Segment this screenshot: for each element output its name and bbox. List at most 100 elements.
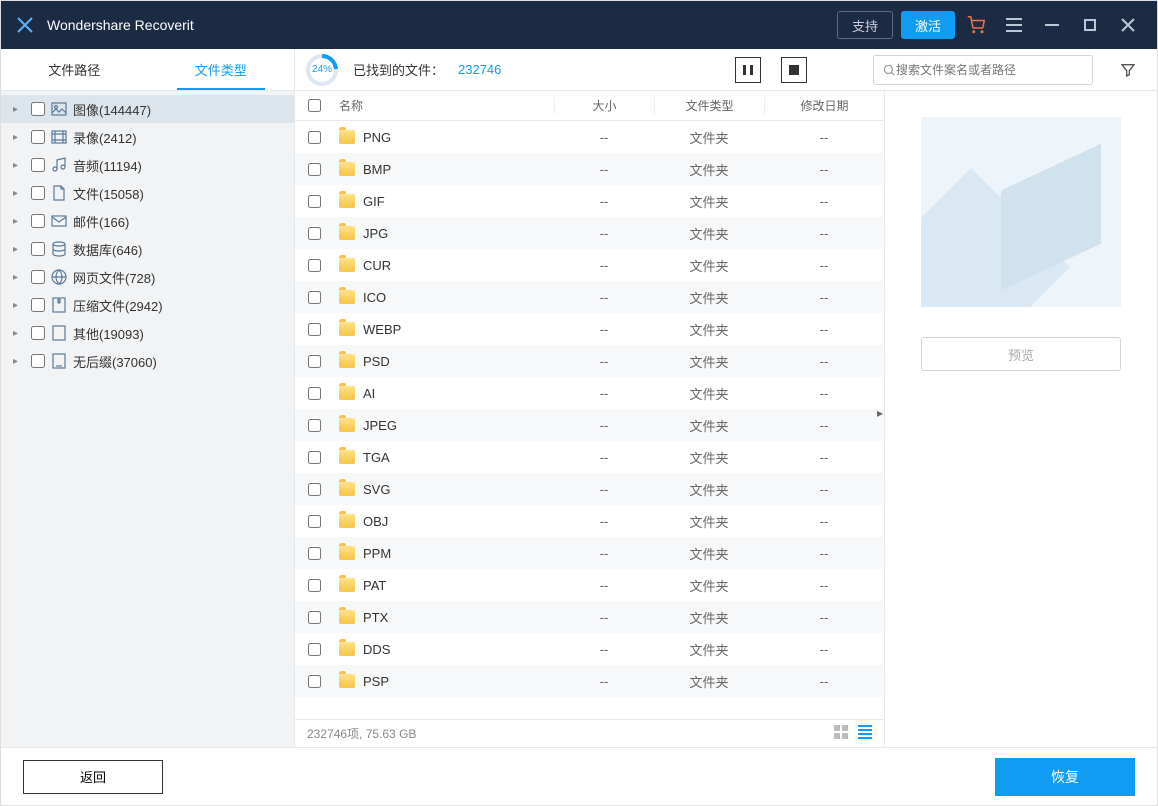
file-type: 文件夹: [654, 352, 764, 371]
sidebar-checkbox[interactable]: [31, 158, 45, 172]
view-list-icon[interactable]: [858, 725, 872, 742]
folder-icon: [339, 162, 355, 176]
search-box[interactable]: [873, 55, 1093, 85]
filter-icon[interactable]: [1115, 57, 1141, 83]
col-size[interactable]: 大小: [554, 97, 654, 114]
sidebar-item-archive[interactable]: ▸压缩文件(2942): [1, 291, 294, 319]
collapse-handle-icon[interactable]: ▸: [877, 406, 883, 420]
chevron-right-icon: ▸: [13, 272, 18, 283]
sidebar-checkbox[interactable]: [31, 326, 45, 340]
sidebar-item-other[interactable]: ▸其他(19093): [1, 319, 294, 347]
row-checkbox[interactable]: [308, 355, 321, 368]
menu-icon[interactable]: [997, 8, 1031, 42]
maximize-icon[interactable]: [1073, 8, 1107, 42]
row-checkbox[interactable]: [308, 323, 321, 336]
recover-button[interactable]: 恢复: [995, 758, 1135, 796]
table-row[interactable]: PSD -- 文件夹 --: [295, 345, 884, 377]
file-type: 文件夹: [654, 256, 764, 275]
sidebar-checkbox[interactable]: [31, 214, 45, 228]
sidebar-item-database[interactable]: ▸数据库(646): [1, 235, 294, 263]
table-row[interactable]: WEBP -- 文件夹 --: [295, 313, 884, 345]
col-type[interactable]: 文件类型: [654, 97, 764, 114]
col-date[interactable]: 修改日期: [764, 97, 884, 114]
file-date: --: [764, 162, 884, 177]
row-checkbox[interactable]: [308, 259, 321, 272]
sidebar-checkbox[interactable]: [31, 242, 45, 256]
table-row[interactable]: ICO -- 文件夹 --: [295, 281, 884, 313]
table-row[interactable]: CUR -- 文件夹 --: [295, 249, 884, 281]
sidebar-item-web[interactable]: ▸网页文件(728): [1, 263, 294, 291]
search-icon: [882, 63, 896, 77]
row-checkbox[interactable]: [308, 387, 321, 400]
table-row[interactable]: DDS -- 文件夹 --: [295, 633, 884, 665]
table-row[interactable]: PPM -- 文件夹 --: [295, 537, 884, 569]
table-row[interactable]: PTX -- 文件夹 --: [295, 601, 884, 633]
table-row[interactable]: BMP -- 文件夹 --: [295, 153, 884, 185]
row-checkbox[interactable]: [308, 515, 321, 528]
search-input[interactable]: [896, 63, 1084, 77]
sidebar-item-label: 无后缀(37060): [73, 352, 157, 371]
sidebar-item-image[interactable]: ▸图像(144447): [1, 95, 294, 123]
row-checkbox[interactable]: [308, 131, 321, 144]
row-checkbox[interactable]: [308, 227, 321, 240]
sidebar-checkbox[interactable]: [31, 186, 45, 200]
folder-icon: [339, 482, 355, 496]
file-size: --: [554, 322, 654, 337]
activate-button[interactable]: 激活: [901, 11, 955, 39]
pause-button[interactable]: [735, 57, 761, 83]
row-checkbox[interactable]: [308, 643, 321, 656]
table-row[interactable]: PNG -- 文件夹 --: [295, 121, 884, 153]
sidebar-checkbox[interactable]: [31, 130, 45, 144]
row-checkbox[interactable]: [308, 483, 321, 496]
view-grid-icon[interactable]: [834, 725, 848, 742]
file-size: --: [554, 546, 654, 561]
file-list-panel: 名称 大小 文件类型 修改日期 PNG -- 文件夹 -- BMP -- 文件夹…: [295, 91, 885, 747]
back-button[interactable]: 返回: [23, 760, 163, 794]
sidebar-item-video[interactable]: ▸录像(2412): [1, 123, 294, 151]
select-all-checkbox[interactable]: [308, 99, 321, 112]
row-checkbox[interactable]: [308, 291, 321, 304]
app-title: Wondershare Recoverit: [47, 17, 829, 33]
row-checkbox[interactable]: [308, 163, 321, 176]
cart-icon[interactable]: [959, 8, 993, 42]
table-row[interactable]: OBJ -- 文件夹 --: [295, 505, 884, 537]
sidebar-item-email[interactable]: ▸邮件(166): [1, 207, 294, 235]
sidebar-item-noext[interactable]: ▸无后缀(37060): [1, 347, 294, 375]
file-name: PNG: [363, 130, 391, 145]
col-name[interactable]: 名称: [333, 97, 554, 114]
table-row[interactable]: AI -- 文件夹 --: [295, 377, 884, 409]
tab-file-path[interactable]: 文件路径: [1, 49, 148, 90]
sidebar-checkbox[interactable]: [31, 270, 45, 284]
row-checkbox[interactable]: [308, 579, 321, 592]
row-checkbox[interactable]: [308, 195, 321, 208]
row-checkbox[interactable]: [308, 611, 321, 624]
table-row[interactable]: PAT -- 文件夹 --: [295, 569, 884, 601]
table-row[interactable]: TGA -- 文件夹 --: [295, 441, 884, 473]
table-row[interactable]: JPG -- 文件夹 --: [295, 217, 884, 249]
stop-button[interactable]: [781, 57, 807, 83]
table-row[interactable]: SVG -- 文件夹 --: [295, 473, 884, 505]
sidebar-checkbox[interactable]: [31, 354, 45, 368]
table-row[interactable]: JPEG -- 文件夹 --: [295, 409, 884, 441]
row-checkbox[interactable]: [308, 419, 321, 432]
table-row[interactable]: PSP -- 文件夹 --: [295, 665, 884, 697]
sidebar-item-audio[interactable]: ▸音频(11194): [1, 151, 294, 179]
file-date: --: [764, 514, 884, 529]
table-row[interactable]: GIF -- 文件夹 --: [295, 185, 884, 217]
preview-button[interactable]: 预览: [921, 337, 1121, 371]
row-checkbox[interactable]: [308, 451, 321, 464]
sidebar-checkbox[interactable]: [31, 102, 45, 116]
file-name: TGA: [363, 450, 390, 465]
support-button[interactable]: 支持: [837, 11, 893, 39]
tab-file-type[interactable]: 文件类型: [148, 49, 295, 90]
row-checkbox[interactable]: [308, 675, 321, 688]
chevron-right-icon: ▸: [13, 300, 18, 311]
row-checkbox[interactable]: [308, 547, 321, 560]
close-icon[interactable]: [1111, 8, 1145, 42]
sidebar-item-document[interactable]: ▸文件(15058): [1, 179, 294, 207]
file-name: PSD: [363, 354, 390, 369]
sidebar-checkbox[interactable]: [31, 298, 45, 312]
minimize-icon[interactable]: [1035, 8, 1069, 42]
chevron-right-icon: ▸: [13, 188, 18, 199]
file-name: AI: [363, 386, 375, 401]
